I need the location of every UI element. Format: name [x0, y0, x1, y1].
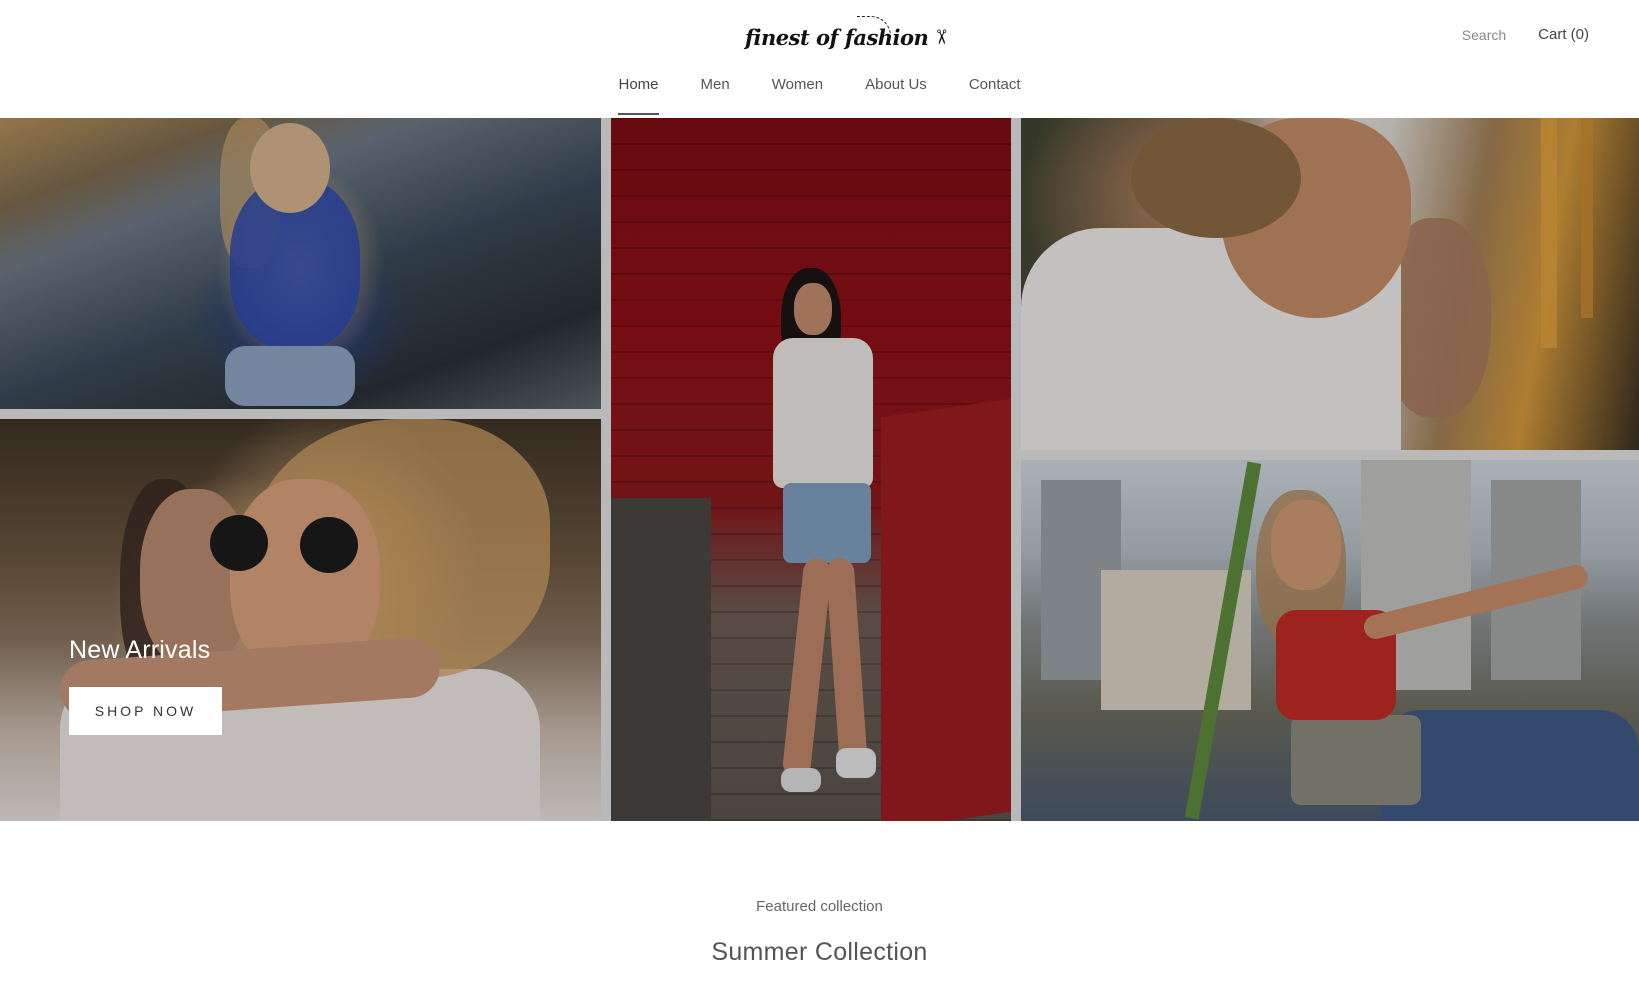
featured-subtitle: Featured collection: [756, 898, 883, 915]
site-header: finest of fashion ✂ Search Cart (0) Home…: [0, 0, 1639, 118]
nav-item-home[interactable]: Home: [618, 76, 659, 115]
nav-item-contact[interactable]: Contact: [969, 76, 1021, 115]
cart-link[interactable]: Cart (0): [1538, 26, 1589, 43]
search-link[interactable]: Search: [1462, 27, 1506, 43]
header-actions: Search Cart (0): [1462, 26, 1589, 43]
hero-title: New Arrivals: [69, 636, 211, 664]
photo-woman-red-wall: [611, 118, 1011, 821]
photo-woman-on-ride: [0, 118, 601, 409]
logo-dashed-line: [857, 16, 891, 38]
photo-woman-swing: [1021, 460, 1639, 821]
site-logo[interactable]: finest of fashion ✂: [745, 14, 952, 60]
shop-now-button[interactable]: SHOP NOW: [69, 687, 222, 735]
main-nav: Home Men Women About Us Contact: [0, 76, 1639, 115]
hero-content: New Arrivals SHOP NOW: [69, 636, 222, 735]
scissors-icon: ✂: [929, 28, 952, 46]
hero-collage: New Arrivals SHOP NOW: [0, 118, 1639, 821]
photo-couple-embrace: [0, 419, 601, 821]
nav-item-men[interactable]: Men: [701, 76, 730, 115]
nav-item-about-us[interactable]: About Us: [865, 76, 927, 115]
nav-item-women[interactable]: Women: [772, 76, 823, 115]
photo-man-sunset: [1021, 118, 1639, 450]
featured-title: Summer Collection: [711, 938, 928, 966]
logo-text: finest of fashion: [745, 24, 929, 50]
